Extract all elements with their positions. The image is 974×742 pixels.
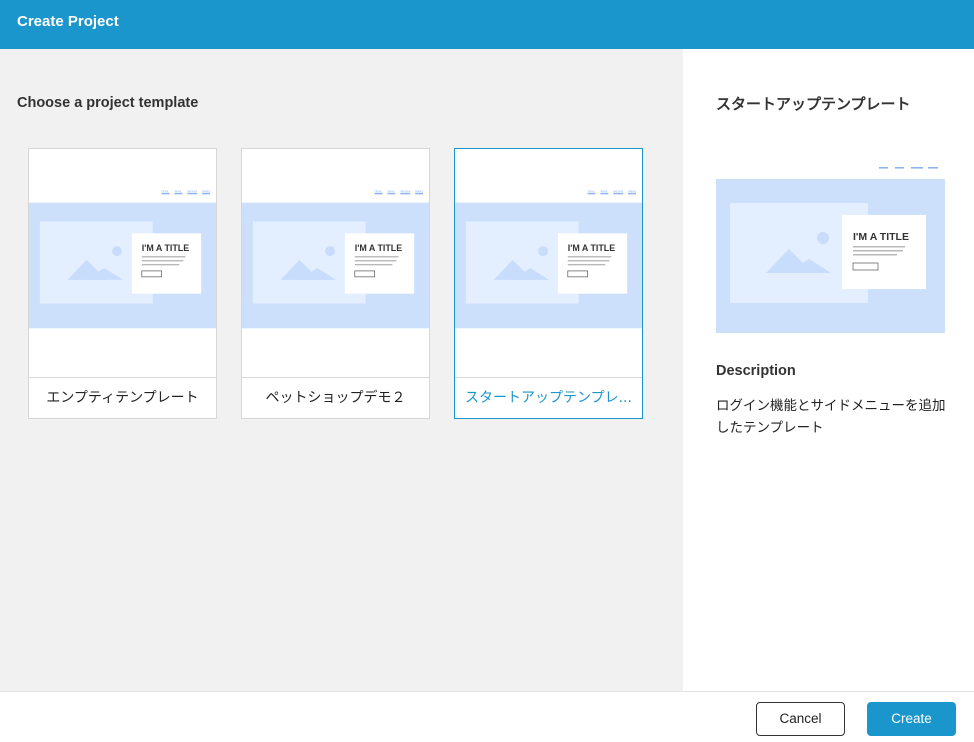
template-card-petshop[interactable]: I'M A TITLE Home About Services Gallery ペット… (241, 148, 430, 419)
thumbnail-image: I'M A TITLE Home About Services Gallery (455, 149, 642, 377)
dialog-title: Create Project (17, 13, 119, 30)
thumbnail-nav-item: Gallery (415, 189, 424, 193)
cancel-button[interactable]: Cancel (756, 702, 845, 736)
thumbnail-nav-item: Home (375, 189, 382, 193)
thumbnail-nav-item: Gallery (202, 189, 211, 193)
description-heading: Description (716, 363, 796, 379)
preview-illustration: I'M A TITLE (716, 163, 945, 333)
template-label: エンプティテンプレート (29, 377, 216, 418)
preview-image: I'M A TITLE (716, 163, 945, 333)
template-card-empty[interactable]: I'M A TITLE Home About Services Gallery エンプ… (28, 148, 217, 419)
thumbnail-hero-title: I'M A TITLE (142, 243, 189, 253)
template-label: スタートアップテンプレ... (455, 377, 642, 418)
preview-title: スタートアップテンプレート (716, 95, 911, 113)
thumbnail-nav-item: About (387, 189, 394, 193)
create-button[interactable]: Create (867, 702, 956, 736)
template-chooser-pane: Choose a project template I'M A TITLE Ho… (0, 49, 683, 691)
thumbnail-nav-item: Services (613, 189, 624, 193)
template-preview-pane: スタートアップテンプレート I'M A TITLE Description ログ… (683, 49, 974, 691)
template-label: ペットショップデモ２ (242, 377, 429, 418)
template-thumbnail: I'M A TITLE Home About Services Gallery (29, 149, 216, 377)
thumbnail-hero-title: I'M A TITLE (355, 243, 402, 253)
thumbnail-nav-item: Gallery (628, 189, 637, 193)
thumbnail-hero-title: I'M A TITLE (568, 243, 615, 253)
thumbnail-nav-item: About (600, 189, 607, 193)
template-thumbnail: I'M A TITLE Home About Services Gallery (242, 149, 429, 377)
thumbnail-image: I'M A TITLE Home About Services Gallery (29, 149, 216, 377)
thumbnail-nav-item: Services (187, 189, 198, 193)
thumbnail-nav-item: Services (400, 189, 411, 193)
section-heading: Choose a project template (17, 95, 199, 111)
thumbnail-nav-item: Home (162, 189, 169, 193)
description-text: ログイン機能とサイドメニューを追加したテンプレート (716, 398, 946, 436)
preview-hero-title: I'M A TITLE (853, 231, 909, 243)
dialog-titlebar: Create Project (0, 0, 974, 49)
thumbnail-image: I'M A TITLE Home About Services Gallery (242, 149, 429, 377)
template-thumbnail: I'M A TITLE Home About Services Gallery (455, 149, 642, 377)
thumbnail-nav-item: About (174, 189, 181, 193)
dialog-footer: Cancel Create (0, 691, 974, 742)
template-card-startup[interactable]: I'M A TITLE Home About Services Gallery スター… (454, 148, 643, 419)
thumbnail-nav-item: Home (588, 189, 595, 193)
